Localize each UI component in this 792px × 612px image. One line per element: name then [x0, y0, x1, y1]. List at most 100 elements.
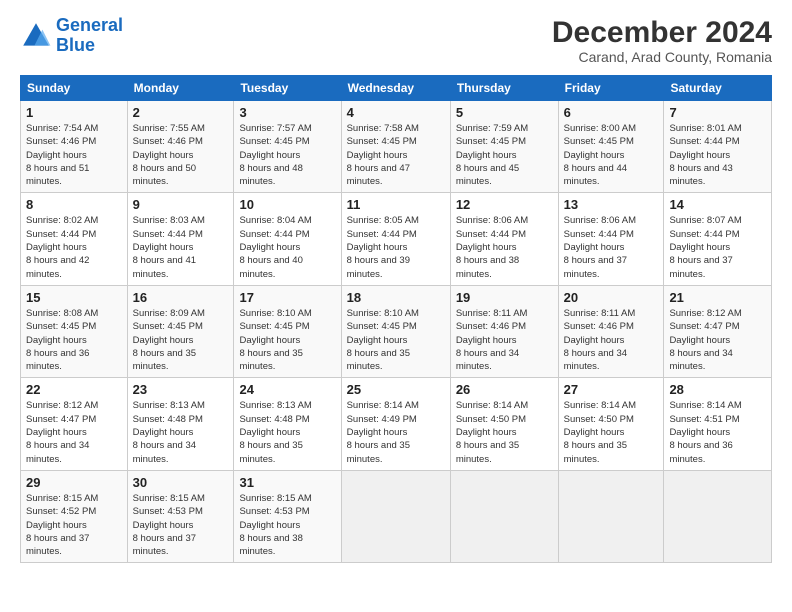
calendar-cell: 17 Sunrise: 8:10 AM Sunset: 4:45 PM Dayl… — [234, 285, 341, 377]
day-info: Sunrise: 8:11 AM Sunset: 4:46 PM Dayligh… — [564, 307, 659, 373]
page: General Blue December 2024 Carand, Arad … — [0, 0, 792, 612]
day-info: Sunrise: 8:07 AM Sunset: 4:44 PM Dayligh… — [669, 214, 766, 280]
day-info: Sunrise: 7:58 AM Sunset: 4:45 PM Dayligh… — [347, 122, 445, 188]
calendar-cell: 26 Sunrise: 8:14 AM Sunset: 4:50 PM Dayl… — [450, 378, 558, 470]
logo-icon — [20, 20, 52, 52]
weekday-header: Wednesday — [341, 76, 450, 101]
day-info: Sunrise: 8:15 AM Sunset: 4:53 PM Dayligh… — [133, 492, 229, 558]
calendar-cell: 19 Sunrise: 8:11 AM Sunset: 4:46 PM Dayl… — [450, 285, 558, 377]
day-number: 19 — [456, 290, 553, 305]
calendar-week-row: 8 Sunrise: 8:02 AM Sunset: 4:44 PM Dayli… — [21, 193, 772, 285]
calendar-cell: 10 Sunrise: 8:04 AM Sunset: 4:44 PM Dayl… — [234, 193, 341, 285]
day-info: Sunrise: 8:14 AM Sunset: 4:49 PM Dayligh… — [347, 399, 445, 465]
weekday-header: Thursday — [450, 76, 558, 101]
day-number: 8 — [26, 197, 122, 212]
weekday-header: Saturday — [664, 76, 772, 101]
day-info: Sunrise: 8:05 AM Sunset: 4:44 PM Dayligh… — [347, 214, 445, 280]
day-info: Sunrise: 8:00 AM Sunset: 4:45 PM Dayligh… — [564, 122, 659, 188]
calendar-cell: 31 Sunrise: 8:15 AM Sunset: 4:53 PM Dayl… — [234, 470, 341, 562]
day-number: 3 — [239, 105, 335, 120]
calendar-cell: 5 Sunrise: 7:59 AM Sunset: 4:45 PM Dayli… — [450, 101, 558, 193]
day-number: 29 — [26, 475, 122, 490]
day-number: 17 — [239, 290, 335, 305]
day-info: Sunrise: 8:13 AM Sunset: 4:48 PM Dayligh… — [133, 399, 229, 465]
logo-blue: Blue — [56, 35, 95, 55]
day-info: Sunrise: 8:03 AM Sunset: 4:44 PM Dayligh… — [133, 214, 229, 280]
day-info: Sunrise: 8:08 AM Sunset: 4:45 PM Dayligh… — [26, 307, 122, 373]
day-info: Sunrise: 7:57 AM Sunset: 4:45 PM Dayligh… — [239, 122, 335, 188]
day-number: 2 — [133, 105, 229, 120]
day-info: Sunrise: 8:02 AM Sunset: 4:44 PM Dayligh… — [26, 214, 122, 280]
calendar-header-row: SundayMondayTuesdayWednesdayThursdayFrid… — [21, 76, 772, 101]
title-block: December 2024 Carand, Arad County, Roman… — [552, 16, 772, 65]
logo-general: General — [56, 15, 123, 35]
day-info: Sunrise: 8:12 AM Sunset: 4:47 PM Dayligh… — [669, 307, 766, 373]
weekday-header: Tuesday — [234, 76, 341, 101]
weekday-header: Friday — [558, 76, 664, 101]
calendar-cell: 12 Sunrise: 8:06 AM Sunset: 4:44 PM Dayl… — [450, 193, 558, 285]
calendar-week-row: 29 Sunrise: 8:15 AM Sunset: 4:52 PM Dayl… — [21, 470, 772, 562]
calendar-cell: 9 Sunrise: 8:03 AM Sunset: 4:44 PM Dayli… — [127, 193, 234, 285]
calendar-cell: 21 Sunrise: 8:12 AM Sunset: 4:47 PM Dayl… — [664, 285, 772, 377]
weekday-header: Sunday — [21, 76, 128, 101]
logo-text: General Blue — [56, 16, 123, 56]
calendar-week-row: 1 Sunrise: 7:54 AM Sunset: 4:46 PM Dayli… — [21, 101, 772, 193]
calendar-table: SundayMondayTuesdayWednesdayThursdayFrid… — [20, 75, 772, 563]
day-info: Sunrise: 8:12 AM Sunset: 4:47 PM Dayligh… — [26, 399, 122, 465]
day-info: Sunrise: 8:06 AM Sunset: 4:44 PM Dayligh… — [564, 214, 659, 280]
calendar-cell: 20 Sunrise: 8:11 AM Sunset: 4:46 PM Dayl… — [558, 285, 664, 377]
calendar-cell: 1 Sunrise: 7:54 AM Sunset: 4:46 PM Dayli… — [21, 101, 128, 193]
day-number: 5 — [456, 105, 553, 120]
calendar-cell: 2 Sunrise: 7:55 AM Sunset: 4:46 PM Dayli… — [127, 101, 234, 193]
header: General Blue December 2024 Carand, Arad … — [20, 16, 772, 65]
day-number: 22 — [26, 382, 122, 397]
calendar-week-row: 22 Sunrise: 8:12 AM Sunset: 4:47 PM Dayl… — [21, 378, 772, 470]
day-number: 25 — [347, 382, 445, 397]
day-info: Sunrise: 8:14 AM Sunset: 4:50 PM Dayligh… — [456, 399, 553, 465]
calendar-cell: 28 Sunrise: 8:14 AM Sunset: 4:51 PM Dayl… — [664, 378, 772, 470]
calendar-cell: 14 Sunrise: 8:07 AM Sunset: 4:44 PM Dayl… — [664, 193, 772, 285]
day-number: 4 — [347, 105, 445, 120]
day-number: 21 — [669, 290, 766, 305]
day-number: 1 — [26, 105, 122, 120]
day-info: Sunrise: 8:14 AM Sunset: 4:51 PM Dayligh… — [669, 399, 766, 465]
day-number: 18 — [347, 290, 445, 305]
day-info: Sunrise: 8:10 AM Sunset: 4:45 PM Dayligh… — [239, 307, 335, 373]
calendar-cell — [341, 470, 450, 562]
calendar-title: December 2024 — [552, 16, 772, 49]
weekday-header: Monday — [127, 76, 234, 101]
calendar-cell — [450, 470, 558, 562]
day-info: Sunrise: 8:14 AM Sunset: 4:50 PM Dayligh… — [564, 399, 659, 465]
day-number: 23 — [133, 382, 229, 397]
day-number: 26 — [456, 382, 553, 397]
day-info: Sunrise: 8:06 AM Sunset: 4:44 PM Dayligh… — [456, 214, 553, 280]
day-info: Sunrise: 7:54 AM Sunset: 4:46 PM Dayligh… — [26, 122, 122, 188]
calendar-cell: 22 Sunrise: 8:12 AM Sunset: 4:47 PM Dayl… — [21, 378, 128, 470]
calendar-cell: 30 Sunrise: 8:15 AM Sunset: 4:53 PM Dayl… — [127, 470, 234, 562]
day-number: 20 — [564, 290, 659, 305]
day-number: 14 — [669, 197, 766, 212]
day-info: Sunrise: 8:09 AM Sunset: 4:45 PM Dayligh… — [133, 307, 229, 373]
logo: General Blue — [20, 16, 123, 56]
calendar-cell — [664, 470, 772, 562]
day-number: 13 — [564, 197, 659, 212]
day-info: Sunrise: 8:04 AM Sunset: 4:44 PM Dayligh… — [239, 214, 335, 280]
calendar-cell: 11 Sunrise: 8:05 AM Sunset: 4:44 PM Dayl… — [341, 193, 450, 285]
day-number: 30 — [133, 475, 229, 490]
day-info: Sunrise: 8:10 AM Sunset: 4:45 PM Dayligh… — [347, 307, 445, 373]
day-number: 15 — [26, 290, 122, 305]
day-number: 16 — [133, 290, 229, 305]
day-number: 10 — [239, 197, 335, 212]
day-number: 24 — [239, 382, 335, 397]
day-info: Sunrise: 7:59 AM Sunset: 4:45 PM Dayligh… — [456, 122, 553, 188]
day-number: 7 — [669, 105, 766, 120]
day-number: 12 — [456, 197, 553, 212]
calendar-cell: 25 Sunrise: 8:14 AM Sunset: 4:49 PM Dayl… — [341, 378, 450, 470]
calendar-cell: 23 Sunrise: 8:13 AM Sunset: 4:48 PM Dayl… — [127, 378, 234, 470]
day-number: 31 — [239, 475, 335, 490]
calendar-cell: 3 Sunrise: 7:57 AM Sunset: 4:45 PM Dayli… — [234, 101, 341, 193]
day-info: Sunrise: 8:11 AM Sunset: 4:46 PM Dayligh… — [456, 307, 553, 373]
calendar-cell: 13 Sunrise: 8:06 AM Sunset: 4:44 PM Dayl… — [558, 193, 664, 285]
calendar-cell: 24 Sunrise: 8:13 AM Sunset: 4:48 PM Dayl… — [234, 378, 341, 470]
day-number: 6 — [564, 105, 659, 120]
